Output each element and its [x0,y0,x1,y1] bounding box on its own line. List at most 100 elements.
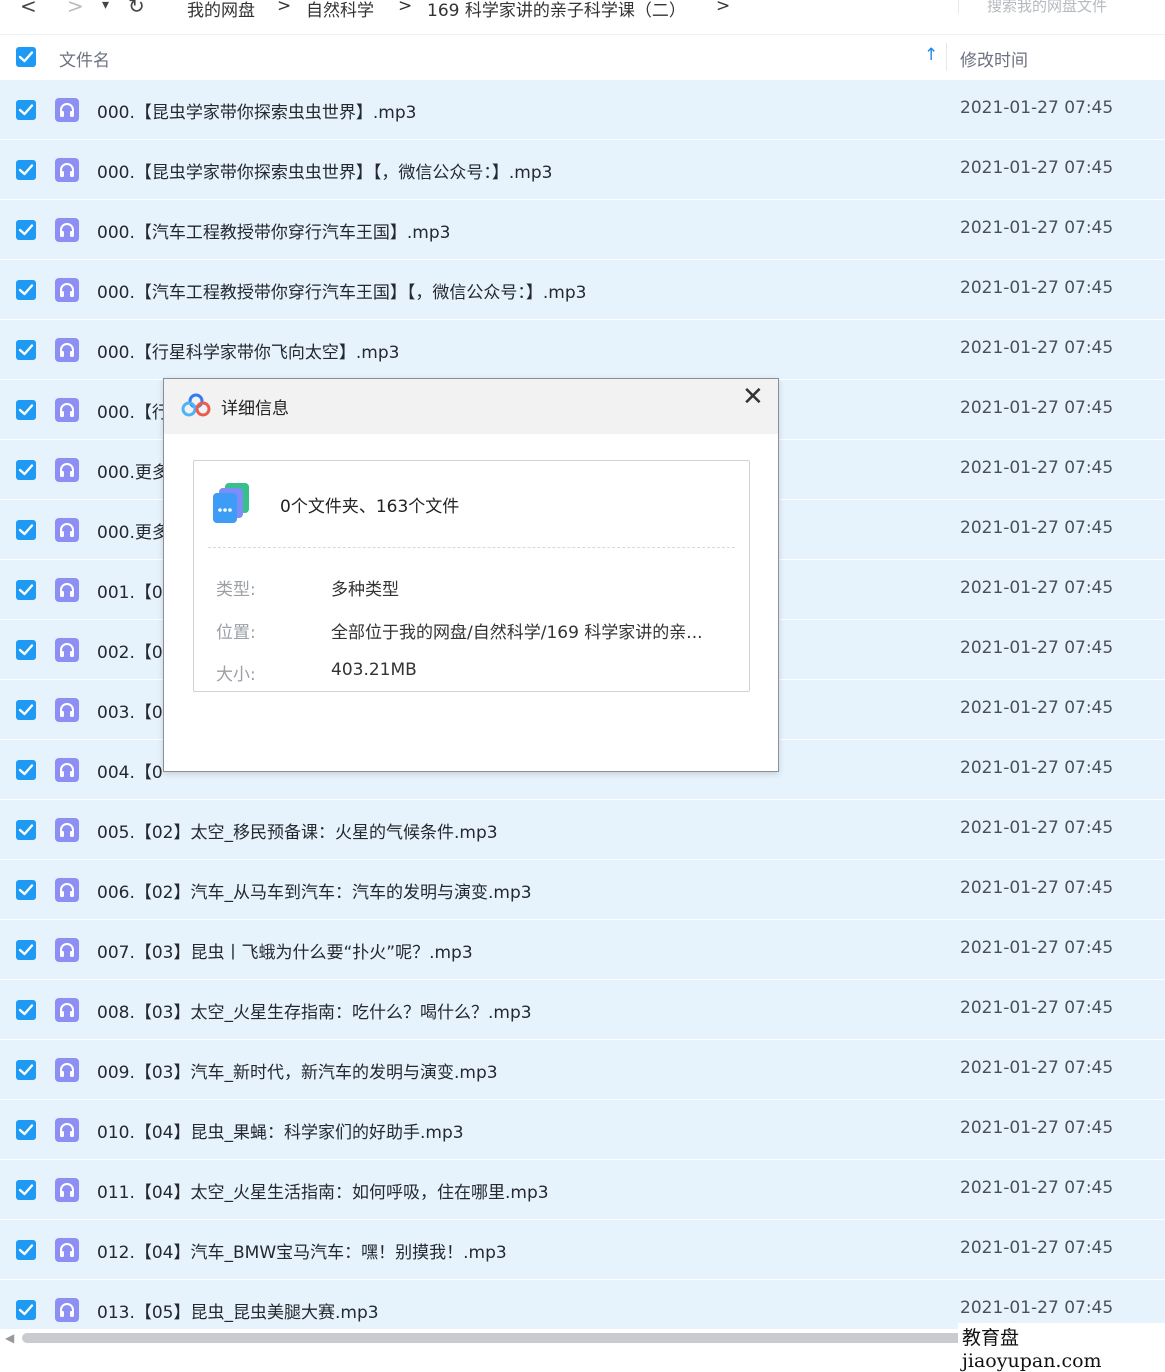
file-name[interactable]: 009.【03】汽车_新时代，新汽车的发明与演变.mp3 [97,1058,498,1083]
file-name[interactable]: 013.【05】昆虫_昆虫美腿大赛.mp3 [97,1298,379,1323]
file-modified-time: 2021-01-27 07:45 [960,758,1114,778]
row-checkbox[interactable] [16,1120,36,1140]
row-checkbox[interactable] [16,220,36,240]
row-checkbox[interactable] [16,820,36,840]
headphones-icon [55,338,79,362]
row-checkbox[interactable] [16,940,36,960]
scroll-left-arrow-icon[interactable]: ◀ [5,1331,14,1345]
file-name[interactable]: 002.【0 [97,638,163,663]
file-modified-time: 2021-01-27 07:45 [960,998,1114,1018]
headphones-icon [55,698,79,722]
file-modified-time: 2021-01-27 07:45 [960,1298,1114,1318]
file-modified-time: 2021-01-27 07:45 [960,938,1114,958]
row-checkbox[interactable] [16,760,36,780]
file-name[interactable]: 000.【昆虫学家带你探索虫虫世界】【，微信公众号：】.mp3 [97,158,552,183]
row-checkbox[interactable] [16,400,36,420]
file-stack-icon [213,483,249,523]
file-name[interactable]: 005.【02】太空_移民预备课：火星的气候条件.mp3 [97,818,498,843]
file-name[interactable]: 001.【0 [97,578,163,603]
file-name[interactable]: 004.【0 [97,758,163,783]
file-name[interactable]: 008.【03】太空_火星生存指南：吃什么？喝什么？.mp3 [97,998,532,1023]
file-name[interactable]: 006.【02】汽车_从马车到汽车：汽车的发明与演变.mp3 [97,878,532,903]
refresh-button[interactable]: ↻ [128,0,145,18]
file-row[interactable]: 005.【02】太空_移民预备课：火星的气候条件.mp3 2021-01-27 0… [0,800,1165,860]
headphones-icon [55,578,79,602]
file-modified-time: 2021-01-27 07:45 [960,98,1114,118]
file-name[interactable]: 000.【昆虫学家带你探索虫虫世界】.mp3 [97,98,416,123]
file-row[interactable]: 000.【汽车工程教授带你穿行汽车王国】.mp3 2021-01-27 07:45 [0,200,1165,260]
file-name[interactable]: 000.【汽车工程教授带你穿行汽车王国】.mp3 [97,218,450,243]
row-checkbox[interactable] [16,340,36,360]
file-name[interactable]: 000.【汽车工程教授带你穿行汽车王国】【，微信公众号：】.mp3 [97,278,586,303]
sort-ascending-icon[interactable]: ↑ [924,45,938,65]
back-button[interactable]: < [20,0,37,18]
row-checkbox[interactable] [16,160,36,180]
file-name[interactable]: 010.【04】昆虫_果蝇：科学家们的好助手.mp3 [97,1118,464,1143]
close-icon[interactable]: ✕ [742,382,764,412]
file-row[interactable]: 007.【03】昆虫丨飞蛾为什么要“扑火”呢？.mp3 2021-01-27 07… [0,920,1165,980]
headphones-icon [55,458,79,482]
baidu-cloud-logo-icon [181,393,211,417]
headphones-icon [55,1298,79,1322]
column-divider[interactable] [946,43,947,71]
headphones-icon [55,878,79,902]
file-row[interactable]: 011.【04】太空_火星生活指南：如何呼吸，住在哪里.mp3 2021-01-2… [0,1160,1165,1220]
selection-summary: 0个文件夹、163个文件 [280,497,460,517]
row-checkbox[interactable] [16,100,36,120]
file-name[interactable]: 000.更多 [97,518,169,543]
file-modified-time: 2021-01-27 07:45 [960,218,1114,238]
file-row[interactable]: 010.【04】昆虫_果蝇：科学家们的好助手.mp3 2021-01-27 07:… [0,1100,1165,1160]
row-checkbox[interactable] [16,580,36,600]
row-checkbox[interactable] [16,1180,36,1200]
column-header-filename[interactable]: 文件名 [59,46,110,71]
select-all-checkbox[interactable] [16,47,36,67]
breadcrumb-item-natural-science[interactable]: 自然科学 [306,0,374,21]
type-label: 类型: [216,580,256,600]
file-modified-time: 2021-01-27 07:45 [960,878,1114,898]
file-name[interactable]: 012.【04】汽车_BMW宝马汽车：嘿！别摸我！.mp3 [97,1238,507,1263]
row-checkbox[interactable] [16,1240,36,1260]
search-input[interactable]: 搜索我的网盘文件 [958,0,1164,15]
details-card: 0个文件夹、163个文件 类型: 多种类型 位置: 全部位于我的网盘/自然科学/… [193,460,750,692]
breadcrumb-item-current-folder[interactable]: 169 科学家讲的亲子科学课（二） [427,0,686,21]
headphones-icon [55,158,79,182]
breadcrumb-separator: > [716,0,731,16]
row-checkbox[interactable] [16,280,36,300]
headphones-icon [55,1178,79,1202]
history-dropdown-icon[interactable]: ▾ [102,0,109,13]
file-name[interactable]: 000.更多 [97,458,169,483]
row-checkbox[interactable] [16,1060,36,1080]
row-checkbox[interactable] [16,640,36,660]
file-modified-time: 2021-01-27 07:45 [960,518,1114,538]
file-name[interactable]: 007.【03】昆虫丨飞蛾为什么要“扑火”呢？.mp3 [97,938,473,963]
file-row[interactable]: 000.【行星科学家带你飞向太空】.mp3 2021-01-27 07:45 [0,320,1165,380]
file-name[interactable]: 003.【0 [97,698,163,723]
file-row[interactable]: 009.【03】汽车_新时代，新汽车的发明与演变.mp3 2021-01-27 0… [0,1040,1165,1100]
size-label: 大小: [216,665,256,685]
file-name[interactable]: 000.【行星科学家带你飞向太空】.mp3 [97,338,399,363]
row-checkbox[interactable] [16,700,36,720]
file-modified-time: 2021-01-27 07:45 [960,638,1114,658]
file-modified-time: 2021-01-27 07:45 [960,278,1114,298]
file-modified-time: 2021-01-27 07:45 [960,338,1114,358]
forward-button[interactable]: > [67,0,84,18]
column-header-modified-time[interactable]: 修改时间 [960,46,1028,71]
row-checkbox[interactable] [16,520,36,540]
row-checkbox[interactable] [16,460,36,480]
headphones-icon [55,518,79,542]
headphones-icon [55,398,79,422]
breadcrumb-item-my-disk[interactable]: 我的网盘 [187,0,255,21]
file-row[interactable]: 012.【04】汽车_BMW宝马汽车：嘿！别摸我！.mp3 2021-01-27 … [0,1220,1165,1280]
file-row[interactable]: 000.【昆虫学家带你探索虫虫世界】【，微信公众号：】.mp3 2021-01-2… [0,140,1165,200]
file-row[interactable]: 006.【02】汽车_从马车到汽车：汽车的发明与演变.mp3 2021-01-27… [0,860,1165,920]
row-checkbox[interactable] [16,1300,36,1320]
file-row[interactable]: 000.【汽车工程教授带你穿行汽车王国】【，微信公众号：】.mp3 2021-01… [0,260,1165,320]
file-name[interactable]: 000.【行 [97,398,169,423]
file-row[interactable]: 008.【03】太空_火星生存指南：吃什么？喝什么？.mp3 2021-01-27… [0,980,1165,1040]
file-modified-time: 2021-01-27 07:45 [960,158,1114,178]
location-value[interactable]: 全部位于我的网盘/自然科学/169 科学家讲的亲... [331,618,703,643]
file-name[interactable]: 011.【04】太空_火星生活指南：如何呼吸，住在哪里.mp3 [97,1178,549,1203]
row-checkbox[interactable] [16,1000,36,1020]
row-checkbox[interactable] [16,880,36,900]
file-row[interactable]: 000.【昆虫学家带你探索虫虫世界】.mp3 2021-01-27 07:45 [0,80,1165,140]
